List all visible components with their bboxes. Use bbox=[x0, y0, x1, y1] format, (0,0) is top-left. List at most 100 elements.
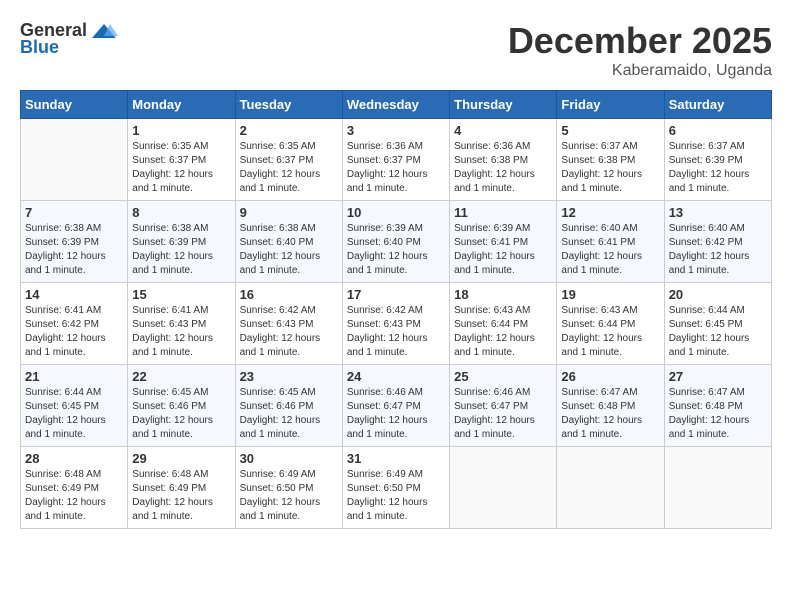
day-info: Sunrise: 6:46 AM Sunset: 6:47 PM Dayligh… bbox=[454, 386, 552, 442]
day-number: 19 bbox=[561, 287, 659, 302]
daylight-text: Daylight: 12 hours and 1 minute. bbox=[561, 415, 642, 440]
logo: General Blue bbox=[20, 20, 118, 58]
daylight-text: Daylight: 12 hours and 1 minute. bbox=[669, 333, 750, 358]
weekday-header-monday: Monday bbox=[128, 91, 235, 119]
day-info: Sunrise: 6:35 AM Sunset: 6:37 PM Dayligh… bbox=[240, 140, 338, 196]
calendar-cell bbox=[450, 447, 557, 529]
calendar-cell: 25 Sunrise: 6:46 AM Sunset: 6:47 PM Dayl… bbox=[450, 365, 557, 447]
sunset-text: Sunset: 6:50 PM bbox=[240, 483, 314, 494]
daylight-text: Daylight: 12 hours and 1 minute. bbox=[25, 497, 106, 522]
sunset-text: Sunset: 6:48 PM bbox=[561, 401, 635, 412]
day-info: Sunrise: 6:38 AM Sunset: 6:39 PM Dayligh… bbox=[25, 222, 123, 278]
sunset-text: Sunset: 6:49 PM bbox=[25, 483, 99, 494]
calendar-cell: 26 Sunrise: 6:47 AM Sunset: 6:48 PM Dayl… bbox=[557, 365, 664, 447]
calendar-cell: 7 Sunrise: 6:38 AM Sunset: 6:39 PM Dayli… bbox=[21, 201, 128, 283]
calendar-cell: 12 Sunrise: 6:40 AM Sunset: 6:41 PM Dayl… bbox=[557, 201, 664, 283]
day-info: Sunrise: 6:44 AM Sunset: 6:45 PM Dayligh… bbox=[669, 304, 767, 360]
day-info: Sunrise: 6:42 AM Sunset: 6:43 PM Dayligh… bbox=[347, 304, 445, 360]
sunrise-text: Sunrise: 6:44 AM bbox=[25, 387, 101, 398]
calendar-cell: 19 Sunrise: 6:43 AM Sunset: 6:44 PM Dayl… bbox=[557, 283, 664, 365]
sunrise-text: Sunrise: 6:44 AM bbox=[669, 305, 745, 316]
day-info: Sunrise: 6:41 AM Sunset: 6:42 PM Dayligh… bbox=[25, 304, 123, 360]
calendar-cell: 17 Sunrise: 6:42 AM Sunset: 6:43 PM Dayl… bbox=[342, 283, 449, 365]
calendar-cell: 23 Sunrise: 6:45 AM Sunset: 6:46 PM Dayl… bbox=[235, 365, 342, 447]
calendar-cell: 6 Sunrise: 6:37 AM Sunset: 6:39 PM Dayli… bbox=[664, 119, 771, 201]
sunrise-text: Sunrise: 6:49 AM bbox=[347, 469, 423, 480]
day-number: 24 bbox=[347, 369, 445, 384]
calendar-cell bbox=[664, 447, 771, 529]
daylight-text: Daylight: 12 hours and 1 minute. bbox=[132, 333, 213, 358]
day-number: 1 bbox=[132, 123, 230, 138]
day-number: 29 bbox=[132, 451, 230, 466]
calendar-cell: 14 Sunrise: 6:41 AM Sunset: 6:42 PM Dayl… bbox=[21, 283, 128, 365]
sunrise-text: Sunrise: 6:43 AM bbox=[561, 305, 637, 316]
sunrise-text: Sunrise: 6:36 AM bbox=[347, 141, 423, 152]
day-number: 11 bbox=[454, 205, 552, 220]
sunrise-text: Sunrise: 6:45 AM bbox=[240, 387, 316, 398]
daylight-text: Daylight: 12 hours and 1 minute. bbox=[561, 251, 642, 276]
sunrise-text: Sunrise: 6:38 AM bbox=[25, 223, 101, 234]
calendar-cell: 10 Sunrise: 6:39 AM Sunset: 6:40 PM Dayl… bbox=[342, 201, 449, 283]
location-subtitle: Kaberamaido, Uganda bbox=[508, 62, 772, 80]
weekday-header-wednesday: Wednesday bbox=[342, 91, 449, 119]
sunset-text: Sunset: 6:41 PM bbox=[454, 237, 528, 248]
day-number: 16 bbox=[240, 287, 338, 302]
daylight-text: Daylight: 12 hours and 1 minute. bbox=[240, 333, 321, 358]
daylight-text: Daylight: 12 hours and 1 minute. bbox=[132, 169, 213, 194]
sunset-text: Sunset: 6:38 PM bbox=[454, 155, 528, 166]
day-number: 23 bbox=[240, 369, 338, 384]
daylight-text: Daylight: 12 hours and 1 minute. bbox=[347, 415, 428, 440]
weekday-header-sunday: Sunday bbox=[21, 91, 128, 119]
sunrise-text: Sunrise: 6:35 AM bbox=[240, 141, 316, 152]
calendar-cell: 5 Sunrise: 6:37 AM Sunset: 6:38 PM Dayli… bbox=[557, 119, 664, 201]
daylight-text: Daylight: 12 hours and 1 minute. bbox=[669, 251, 750, 276]
sunset-text: Sunset: 6:43 PM bbox=[240, 319, 314, 330]
daylight-text: Daylight: 12 hours and 1 minute. bbox=[240, 497, 321, 522]
calendar-table: SundayMondayTuesdayWednesdayThursdayFrid… bbox=[20, 90, 772, 529]
sunset-text: Sunset: 6:40 PM bbox=[347, 237, 421, 248]
day-info: Sunrise: 6:42 AM Sunset: 6:43 PM Dayligh… bbox=[240, 304, 338, 360]
daylight-text: Daylight: 12 hours and 1 minute. bbox=[454, 415, 535, 440]
daylight-text: Daylight: 12 hours and 1 minute. bbox=[132, 415, 213, 440]
day-info: Sunrise: 6:40 AM Sunset: 6:41 PM Dayligh… bbox=[561, 222, 659, 278]
sunrise-text: Sunrise: 6:48 AM bbox=[25, 469, 101, 480]
sunrise-text: Sunrise: 6:45 AM bbox=[132, 387, 208, 398]
sunrise-text: Sunrise: 6:42 AM bbox=[240, 305, 316, 316]
sunrise-text: Sunrise: 6:38 AM bbox=[240, 223, 316, 234]
calendar-cell bbox=[21, 119, 128, 201]
sunset-text: Sunset: 6:40 PM bbox=[240, 237, 314, 248]
day-info: Sunrise: 6:38 AM Sunset: 6:39 PM Dayligh… bbox=[132, 222, 230, 278]
day-number: 9 bbox=[240, 205, 338, 220]
sunset-text: Sunset: 6:43 PM bbox=[347, 319, 421, 330]
day-number: 13 bbox=[669, 205, 767, 220]
sunset-text: Sunset: 6:37 PM bbox=[132, 155, 206, 166]
calendar-cell: 24 Sunrise: 6:46 AM Sunset: 6:47 PM Dayl… bbox=[342, 365, 449, 447]
sunrise-text: Sunrise: 6:49 AM bbox=[240, 469, 316, 480]
day-info: Sunrise: 6:45 AM Sunset: 6:46 PM Dayligh… bbox=[240, 386, 338, 442]
day-info: Sunrise: 6:39 AM Sunset: 6:40 PM Dayligh… bbox=[347, 222, 445, 278]
calendar-cell: 11 Sunrise: 6:39 AM Sunset: 6:41 PM Dayl… bbox=[450, 201, 557, 283]
sunset-text: Sunset: 6:50 PM bbox=[347, 483, 421, 494]
calendar-cell: 29 Sunrise: 6:48 AM Sunset: 6:49 PM Dayl… bbox=[128, 447, 235, 529]
day-info: Sunrise: 6:45 AM Sunset: 6:46 PM Dayligh… bbox=[132, 386, 230, 442]
daylight-text: Daylight: 12 hours and 1 minute. bbox=[561, 333, 642, 358]
day-info: Sunrise: 6:49 AM Sunset: 6:50 PM Dayligh… bbox=[347, 468, 445, 524]
calendar-cell: 4 Sunrise: 6:36 AM Sunset: 6:38 PM Dayli… bbox=[450, 119, 557, 201]
daylight-text: Daylight: 12 hours and 1 minute. bbox=[454, 169, 535, 194]
sunset-text: Sunset: 6:44 PM bbox=[561, 319, 635, 330]
calendar-cell: 3 Sunrise: 6:36 AM Sunset: 6:37 PM Dayli… bbox=[342, 119, 449, 201]
weekday-header-saturday: Saturday bbox=[664, 91, 771, 119]
day-number: 7 bbox=[25, 205, 123, 220]
sunrise-text: Sunrise: 6:40 AM bbox=[669, 223, 745, 234]
daylight-text: Daylight: 12 hours and 1 minute. bbox=[454, 333, 535, 358]
day-info: Sunrise: 6:35 AM Sunset: 6:37 PM Dayligh… bbox=[132, 140, 230, 196]
day-info: Sunrise: 6:47 AM Sunset: 6:48 PM Dayligh… bbox=[669, 386, 767, 442]
sunrise-text: Sunrise: 6:38 AM bbox=[132, 223, 208, 234]
sunrise-text: Sunrise: 6:35 AM bbox=[132, 141, 208, 152]
day-number: 18 bbox=[454, 287, 552, 302]
day-number: 21 bbox=[25, 369, 123, 384]
daylight-text: Daylight: 12 hours and 1 minute. bbox=[347, 497, 428, 522]
sunset-text: Sunset: 6:45 PM bbox=[25, 401, 99, 412]
sunrise-text: Sunrise: 6:36 AM bbox=[454, 141, 530, 152]
day-number: 6 bbox=[669, 123, 767, 138]
